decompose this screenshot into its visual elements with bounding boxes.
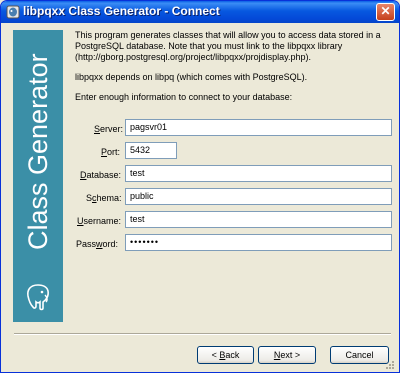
- database-input[interactable]: test: [125, 165, 392, 182]
- app-icon: [6, 5, 20, 19]
- intro-paragraph: This program generates classes that will…: [75, 30, 381, 62]
- intro-paragraph: libpqxx depends on libpq (which comes wi…: [75, 72, 308, 82]
- window-title: libpqxx Class Generator - Connect: [23, 4, 220, 18]
- side-banner: Class Generator: [13, 30, 63, 322]
- title-bar[interactable]: libpqxx Class Generator - Connect ✕: [1, 1, 399, 23]
- banner-title: Class Generator: [23, 53, 53, 250]
- wizard-window: libpqxx Class Generator - Connect ✕ Clas…: [0, 0, 400, 373]
- username-input[interactable]: test: [125, 211, 392, 228]
- next-button[interactable]: Next >: [258, 346, 316, 364]
- intro-text: This program generates classes that will…: [75, 30, 393, 112]
- port-input[interactable]: 5432: [125, 142, 177, 159]
- password-input[interactable]: •••••••: [125, 234, 392, 251]
- back-button[interactable]: < Back: [197, 346, 254, 364]
- server-label: Server:: [94, 124, 124, 134]
- intro-paragraph: Enter enough information to connect to y…: [75, 92, 293, 102]
- wizard-content: Class Generator This program generates c…: [4, 23, 396, 371]
- postgresql-elephant-icon: [27, 284, 49, 311]
- schema-input[interactable]: public: [125, 188, 392, 205]
- schema-label: Schema:: [86, 193, 122, 203]
- resize-grip-icon[interactable]: [384, 359, 394, 369]
- username-label: Username:: [77, 216, 122, 226]
- close-icon: ✕: [380, 4, 391, 18]
- database-label: Database:: [80, 170, 122, 180]
- password-label: Password:: [76, 239, 119, 249]
- port-label: Port:: [101, 147, 121, 157]
- button-separator: [14, 333, 391, 335]
- server-input[interactable]: pagsvr01: [125, 119, 392, 136]
- cancel-button[interactable]: Cancel: [330, 346, 389, 364]
- close-button[interactable]: ✕: [376, 3, 395, 21]
